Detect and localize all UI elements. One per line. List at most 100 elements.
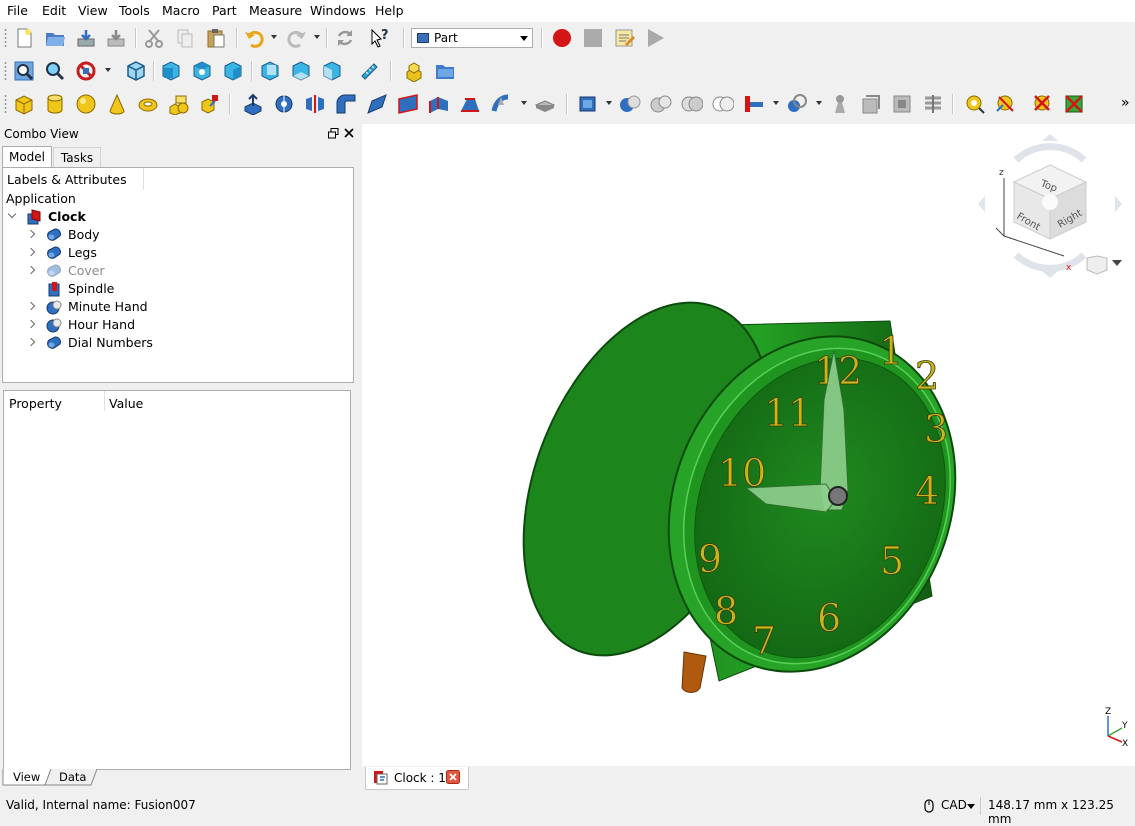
- property-view[interactable]: [3, 390, 351, 770]
- cross-sections-icon[interactable]: [921, 92, 945, 116]
- box-icon[interactable]: [12, 92, 36, 116]
- tree-item-body[interactable]: Body: [6, 226, 306, 244]
- view-rear-icon[interactable]: [258, 59, 282, 83]
- extrude-icon[interactable]: [241, 92, 265, 116]
- close-tab-icon[interactable]: [446, 770, 460, 784]
- view-left-icon[interactable]: [320, 59, 344, 83]
- offset-icon[interactable]: [859, 92, 883, 116]
- collapsed-arrow-icon[interactable]: [26, 265, 36, 275]
- cone-icon[interactable]: [105, 92, 129, 116]
- navigation-cube[interactable]: Top Front Right z x: [974, 130, 1126, 282]
- cylinder-icon[interactable]: [43, 92, 67, 116]
- menu-view[interactable]: View: [77, 3, 109, 18]
- measure-refresh-icon[interactable]: [1031, 92, 1055, 116]
- tree-item-clock[interactable]: Clock: [6, 208, 206, 226]
- collapsed-arrow-icon[interactable]: [26, 337, 36, 347]
- create-group-icon[interactable]: [433, 59, 457, 83]
- menu-help[interactable]: Help: [374, 3, 405, 18]
- sphere-icon[interactable]: [74, 92, 98, 116]
- tree-root-application[interactable]: Application: [6, 190, 206, 208]
- boolean-dropdown-icon[interactable]: [606, 101, 612, 105]
- create-part-icon[interactable]: [402, 59, 426, 83]
- draw-style-dropdown-icon[interactable]: [105, 68, 111, 72]
- tree-item-hour-hand[interactable]: Hour Hand: [6, 316, 306, 334]
- fuse-icon[interactable]: [649, 92, 673, 116]
- tree-item-legs[interactable]: Legs: [6, 244, 306, 262]
- join-connect-icon[interactable]: [742, 92, 766, 116]
- boolean-icon[interactable]: [577, 92, 601, 116]
- property-column-header[interactable]: Property: [9, 396, 62, 411]
- redo-dropdown-icon[interactable]: [314, 35, 320, 39]
- tree-item-dial-numbers[interactable]: Dial Numbers: [6, 334, 306, 352]
- navigation-style-selector[interactable]: CAD: [941, 798, 967, 812]
- measure-angular-icon[interactable]: [994, 92, 1018, 116]
- macro-run-icon[interactable]: [643, 26, 667, 50]
- fit-all-icon[interactable]: [12, 59, 36, 83]
- fillet-icon[interactable]: [334, 92, 358, 116]
- menu-measure[interactable]: Measure: [248, 3, 303, 18]
- menu-macro[interactable]: Macro: [161, 3, 201, 18]
- close-icon[interactable]: [344, 128, 354, 138]
- torus-icon[interactable]: [136, 92, 160, 116]
- collapsed-arrow-icon[interactable]: [26, 229, 36, 239]
- macro-stop-icon[interactable]: [581, 26, 605, 50]
- thickness-icon[interactable]: [533, 92, 557, 116]
- sweep-icon[interactable]: [489, 92, 513, 116]
- measure-clear-icon[interactable]: [1062, 92, 1086, 116]
- collapsed-arrow-icon[interactable]: [26, 301, 36, 311]
- view-bottom-icon[interactable]: [289, 59, 313, 83]
- undo-dropdown-icon[interactable]: [271, 35, 277, 39]
- menu-tools[interactable]: Tools: [118, 3, 151, 18]
- tree-item-spindle[interactable]: Spindle: [6, 280, 306, 298]
- workbench-selector[interactable]: Part: [411, 28, 533, 48]
- macro-record-icon[interactable]: [550, 26, 574, 50]
- tab-data[interactable]: Data: [59, 770, 86, 787]
- navigation-style-dropdown-icon[interactable]: [967, 804, 975, 809]
- menu-windows[interactable]: Windows: [309, 3, 367, 18]
- open-folder-icon[interactable]: [43, 26, 67, 50]
- refresh-icon[interactable]: [333, 26, 357, 50]
- whats-this-icon[interactable]: ?: [368, 26, 392, 50]
- document-tab-clock[interactable]: Clock : 1*: [365, 767, 469, 790]
- shape-builder-icon[interactable]: [198, 92, 222, 116]
- split-icon[interactable]: [785, 92, 809, 116]
- save-as-icon[interactable]: [104, 26, 128, 50]
- cut-shape-icon[interactable]: [618, 92, 642, 116]
- copy-icon[interactable]: [173, 26, 197, 50]
- common-icon[interactable]: [680, 92, 704, 116]
- expanded-arrow-icon[interactable]: [7, 209, 17, 219]
- undock-icon[interactable]: [328, 128, 339, 139]
- collapsed-arrow-icon[interactable]: [26, 247, 36, 257]
- revolve-icon[interactable]: [272, 92, 296, 116]
- redo-icon[interactable]: [285, 26, 309, 50]
- measure-distance-icon[interactable]: [357, 59, 381, 83]
- 3d-viewport[interactable]: 12 1 2 3 4 5 6 7 8 9 10 11 Top Front Rig…: [362, 124, 1135, 766]
- view-isometric-icon[interactable]: [124, 59, 148, 83]
- ruled-surface-icon[interactable]: [427, 92, 451, 116]
- tree-item-cover[interactable]: Cover: [6, 262, 306, 280]
- loft-icon[interactable]: [458, 92, 482, 116]
- view-top-icon[interactable]: [190, 59, 214, 83]
- tab-tasks[interactable]: Tasks: [53, 147, 101, 167]
- sweep-dropdown-icon[interactable]: [521, 101, 527, 105]
- view-front-icon[interactable]: [159, 59, 183, 83]
- mirror-icon[interactable]: [303, 92, 327, 116]
- join-dropdown-icon[interactable]: [773, 101, 779, 105]
- save-icon[interactable]: [74, 26, 98, 50]
- primitives-icon[interactable]: [167, 92, 191, 116]
- draw-style-icon[interactable]: [74, 59, 98, 83]
- compound-icon[interactable]: [828, 92, 852, 116]
- menu-part[interactable]: Part: [211, 3, 238, 18]
- make-face-icon[interactable]: [396, 92, 420, 116]
- view-right-icon[interactable]: [221, 59, 245, 83]
- cut-icon[interactable]: [142, 26, 166, 50]
- new-document-icon[interactable]: [12, 26, 36, 50]
- menu-edit[interactable]: Edit: [41, 3, 67, 18]
- tree-column-header[interactable]: Labels & Attributes: [3, 168, 144, 190]
- tab-model[interactable]: Model: [2, 146, 52, 167]
- projection-icon[interactable]: [890, 92, 914, 116]
- measure-linear-icon[interactable]: [963, 92, 987, 116]
- tab-view[interactable]: View: [13, 770, 40, 787]
- chamfer-icon[interactable]: [365, 92, 389, 116]
- value-column-header[interactable]: Value: [109, 396, 143, 411]
